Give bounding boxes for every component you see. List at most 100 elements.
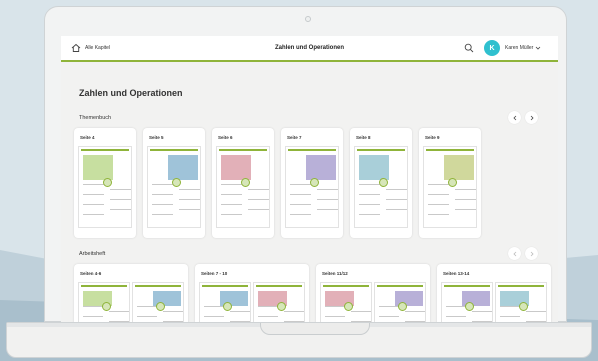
thumb-text-line [386, 188, 407, 191]
camera-icon [305, 16, 311, 22]
thumb-text-line [455, 188, 476, 191]
thumb-text-line [317, 208, 338, 211]
thumb-text-line [110, 188, 131, 191]
thumb-figure [359, 155, 389, 180]
thumb-text-line [83, 183, 104, 186]
page-thumbnail [132, 282, 184, 322]
thumb-text-line [179, 198, 200, 201]
themenbuch-prev-button[interactable] [508, 111, 521, 124]
arbeitsheft-page-card[interactable]: Seiten 7 - 10 [195, 264, 309, 322]
thumb-text-line [446, 315, 466, 317]
page-card-label: Seiten 7 - 10 [201, 271, 228, 276]
page-card-label: Seite 5 [149, 135, 164, 140]
thumb-figure [168, 155, 198, 180]
thumb-text-line [428, 193, 449, 196]
themenbuch-page-card[interactable]: Seite 7 [281, 128, 343, 238]
arbeitsheft-page-card[interactable]: Seiten 11/12 [316, 264, 430, 322]
thumb-marker [241, 178, 251, 188]
thumb-marker [103, 178, 113, 188]
thumb-header-bar [377, 285, 423, 287]
avatar[interactable]: K [484, 40, 500, 56]
thumb-text-line [110, 208, 131, 211]
thumb-text-line [258, 315, 278, 317]
thumb-header-bar [357, 149, 405, 151]
arbeitsheft-next-button[interactable] [525, 247, 538, 260]
page-thumbnail [285, 146, 339, 228]
thumb-header-bar [219, 149, 267, 151]
page-card-label: Seiten 13-14 [443, 271, 470, 276]
thumb-text-line [472, 310, 492, 312]
page-thumbnail [199, 282, 251, 322]
thumb-text-line [290, 193, 311, 196]
arbeitsheft-prev-button[interactable] [508, 247, 521, 260]
page-thumbnail [147, 146, 201, 228]
laptop-base [6, 322, 592, 358]
page-thumbnail [78, 282, 130, 322]
thumb-text-line [248, 188, 269, 191]
thumb-text-line [83, 315, 103, 317]
user-name: Karen Müller [505, 45, 534, 51]
thumb-text-line [110, 198, 131, 201]
thumb-text-line [526, 310, 546, 312]
search-icon[interactable] [464, 43, 474, 53]
page-thumbnail [78, 146, 132, 228]
thumb-text-line [359, 183, 380, 186]
thumb-text-line [152, 193, 173, 196]
themenbuch-page-card[interactable]: Seite 6 [212, 128, 274, 238]
thumb-text-line [317, 188, 338, 191]
thumb-text-line [379, 315, 399, 317]
thumb-text-line [221, 203, 242, 206]
thumb-text-line [428, 183, 449, 186]
page-card-label: Seite 7 [287, 135, 302, 140]
section-label-arbeitsheft: Arbeitsheft [79, 251, 106, 257]
thumb-text-line [221, 213, 242, 216]
thumb-text-line [137, 315, 157, 317]
thumb-marker [172, 178, 182, 188]
thumb-text-line [325, 315, 345, 317]
thumb-text-line [455, 198, 476, 201]
thumb-text-line [221, 193, 242, 196]
themenbuch-next-button[interactable] [525, 111, 538, 124]
thumb-text-line [109, 310, 129, 312]
page-thumbnail [354, 146, 408, 228]
app-screen: Alle Kapitel Zahlen und Operationen K Ka… [61, 36, 558, 322]
thumb-text-line [500, 315, 520, 317]
themenbuch-page-card[interactable]: Seite 9 [419, 128, 481, 238]
page-thumbnail [495, 282, 547, 322]
thumb-text-line [248, 198, 269, 201]
thumb-figure [83, 155, 113, 180]
thumb-text-line [351, 310, 371, 312]
thumb-text-line [290, 213, 311, 216]
arbeitsheft-page-card[interactable]: Seiten 13-14 [437, 264, 551, 322]
thumb-header-bar [150, 149, 198, 151]
thumb-text-line [248, 208, 269, 211]
section-label-themenbuch: Themenbuch [79, 115, 112, 121]
thumb-text-line [221, 183, 242, 186]
chevron-down-icon [535, 45, 541, 51]
thumb-text-line [163, 310, 183, 312]
themenbuch-page-card[interactable]: Seite 8 [350, 128, 412, 238]
thumb-text-line [290, 203, 311, 206]
thumb-text-line [83, 193, 104, 196]
thumb-marker [379, 178, 389, 188]
thumb-header-bar [498, 285, 544, 287]
thumb-text-line [359, 193, 380, 196]
thumb-text-line [152, 213, 173, 216]
thumb-text-line [455, 208, 476, 211]
thumb-figure [221, 155, 251, 180]
thumb-text-line [386, 198, 407, 201]
thumb-text-line [317, 198, 338, 201]
thumb-header-bar [288, 149, 336, 151]
page-title: Zahlen und Operationen [79, 88, 183, 98]
thumb-text-line [83, 213, 104, 216]
themenbuch-page-card[interactable]: Seite 4 [74, 128, 136, 238]
user-menu[interactable]: Karen Müller [505, 45, 541, 51]
thumb-text-line [152, 183, 173, 186]
page-card-label: Seite 8 [356, 135, 371, 140]
trackpad-notch [260, 323, 370, 335]
thumb-text-line [359, 213, 380, 216]
arbeitsheft-page-card[interactable]: Seiten 4-6 [74, 264, 188, 322]
thumb-text-line [179, 208, 200, 211]
themenbuch-page-card[interactable]: Seite 5 [143, 128, 205, 238]
thumb-text-line [359, 203, 380, 206]
